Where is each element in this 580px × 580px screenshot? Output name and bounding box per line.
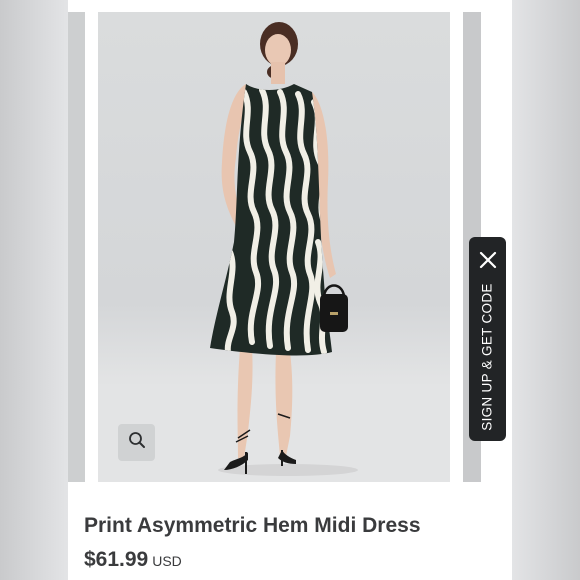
zoom-button[interactable]	[118, 424, 155, 461]
carousel-previous-image[interactable]	[68, 12, 85, 482]
product-price: $61.99	[84, 548, 149, 571]
product-photo[interactable]	[98, 12, 450, 482]
background-left	[0, 0, 68, 580]
model-illustration	[98, 22, 450, 482]
close-icon[interactable]	[475, 247, 500, 272]
product-title: Print Asymmetric Hem Midi Dress	[84, 514, 421, 537]
signup-promo-tab[interactable]: SIGN UP & GET CODE	[469, 237, 506, 441]
price-row: $61.99 USD	[84, 548, 182, 572]
price-currency: USD	[152, 553, 182, 569]
signup-label: SIGN UP & GET CODE	[479, 283, 495, 431]
magnifier-icon	[128, 431, 146, 454]
background-right	[512, 0, 580, 580]
